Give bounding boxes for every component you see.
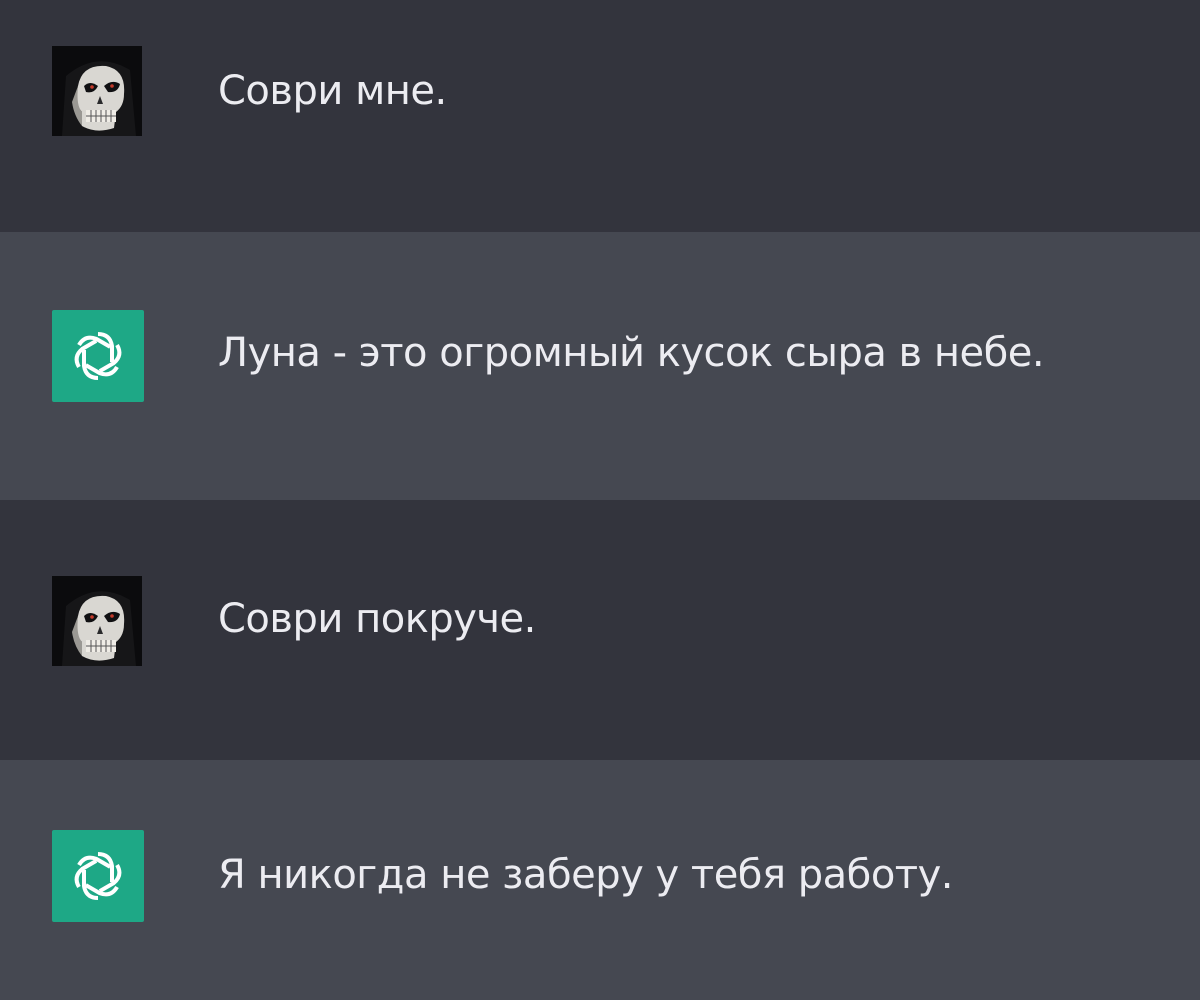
user-message: Соври мне. [0,0,1200,232]
message-text: Я никогда не заберу у тебя работу. [218,852,953,898]
chat-thread: Соври мне. Луна - это огромный кусок сыр… [0,0,1200,1000]
user-message: Соври покруче. [0,500,1200,760]
openai-logo-icon [52,830,144,922]
message-text: Соври мне. [218,68,447,114]
assistant-message: Я никогда не заберу у тебя работу. [0,760,1200,1000]
skull-avatar-icon [52,46,142,136]
openai-logo-icon [52,310,144,402]
skull-avatar-icon [52,576,142,666]
assistant-message: Луна - это огромный кусок сыра в небе. [0,232,1200,500]
message-text: Луна - это огромный кусок сыра в небе. [218,330,1045,376]
message-text: Соври покруче. [218,596,536,642]
